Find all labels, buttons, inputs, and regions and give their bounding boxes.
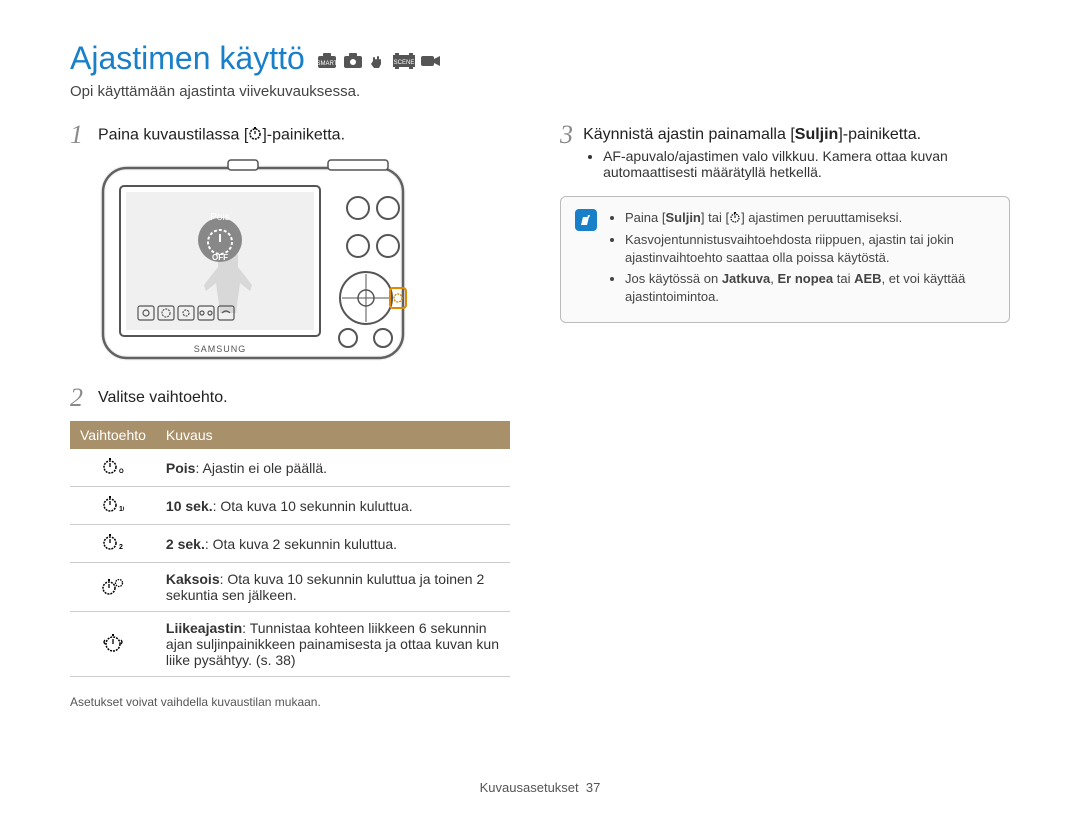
svg-text:10: 10	[119, 506, 124, 513]
opt-desc: Pois: Ajastin ei ole päällä.	[156, 449, 510, 487]
opt-icon-off: OFF	[70, 449, 156, 487]
note-text: ] ajastimen peruuttamiseksi.	[741, 210, 902, 225]
opt-desc: Liikeajastin: Tunnistaa kohteen liikkeen…	[156, 612, 510, 677]
note-text: Paina [	[625, 210, 665, 225]
opt-rest: : Ota kuva 10 sekunnin kuluttua.	[213, 498, 413, 514]
opt-bold: Kaksois	[166, 571, 220, 587]
title-row: Ajastimen käyttö SMART SCENE	[70, 40, 1010, 77]
step-1: 1 Paina kuvaustilassa [ ]-painiketta.	[70, 122, 520, 148]
step-3-text: Käynnistä ajastin painamalla [Suljin]-pa…	[583, 122, 1010, 180]
mode-icon-hand	[369, 53, 387, 74]
list-item: Jos käytössä on Jatkuva, Er nopea tai AE…	[625, 270, 995, 305]
svg-text:2: 2	[119, 544, 123, 551]
note-list: Paina [Suljin] tai [ ] ajastimen peruutta…	[607, 209, 995, 310]
opt-desc: 10 sek.: Ota kuva 10 sekunnin kuluttua.	[156, 487, 510, 525]
opt-bold: 2 sek.	[166, 536, 205, 552]
title-mode-icons: SMART SCENE	[317, 53, 441, 74]
screen-off-label: OFF	[212, 253, 228, 262]
camera-brand: SAMSUNG	[194, 344, 247, 354]
note-box: Paina [Suljin] tai [ ] ajastimen peruutta…	[560, 196, 1010, 323]
step-number: 1	[70, 122, 88, 148]
note-bold: Jatkuva	[722, 271, 770, 286]
page-subtitle: Opi käyttämään ajastinta viivekuvauksess…	[70, 83, 1010, 100]
table-row: OFF Pois: Ajastin ei ole päällä.	[70, 449, 510, 487]
svg-text:OFF: OFF	[119, 469, 124, 475]
th-option: Vaihtoehto	[70, 421, 156, 449]
note-text: Jos käytössä on	[625, 271, 722, 286]
opt-icon-10s: 10	[70, 487, 156, 525]
table-row: 10 10 sek.: Ota kuva 10 sekunnin kuluttu…	[70, 487, 510, 525]
step-number: 3	[560, 122, 573, 148]
options-table: Vaihtoehto Kuvaus OFF Pois: Ajastin ei o…	[70, 421, 510, 677]
footer-section: Kuvausasetukset	[480, 780, 579, 795]
step-3-prefix: Käynnistä ajastin painamalla [	[583, 126, 795, 143]
mode-icon-auto	[343, 53, 363, 74]
opt-rest: : Ajastin ei ole päällä.	[195, 460, 327, 476]
step-number: 2	[70, 385, 88, 411]
mode-icon-video	[421, 53, 441, 74]
step-3-suffix: ]-painiketta.	[838, 126, 921, 143]
content-columns: 1 Paina kuvaustilassa []-painiketta. Po	[70, 122, 1010, 709]
mode-icon-scene: SCENE	[393, 53, 415, 74]
note-bold: Er nopea	[777, 271, 833, 286]
camera-illustration: Pois OFF SAMSUNG	[98, 158, 520, 371]
opt-desc: Kaksois: Ota kuva 10 sekunnin kuluttua j…	[156, 563, 510, 612]
right-column: 3 Käynnistä ajastin painamalla [Suljin]-…	[560, 122, 1010, 709]
svg-text:SCENE: SCENE	[393, 60, 414, 66]
opt-icon-motion	[70, 612, 156, 677]
note-bold: Suljin	[665, 210, 700, 225]
page-footer: Kuvausasetukset 37	[0, 780, 1080, 795]
timer-icon	[729, 210, 741, 228]
step-3-bullets: AF-apuvalo/ajastimen valo vilkkuu. Kamer…	[583, 148, 1010, 180]
page-title: Ajastimen käyttö	[70, 40, 305, 77]
step-2-text: Valitse vaihtoehto.	[98, 385, 228, 407]
left-column: 1 Paina kuvaustilassa []-painiketta. Po	[70, 122, 520, 709]
step-3-bold: Suljin	[795, 126, 839, 143]
svg-text:SMART: SMART	[317, 61, 337, 67]
note-icon	[575, 209, 597, 231]
note-text: tai	[833, 271, 854, 286]
step-2: 2 Valitse vaihtoehto.	[70, 385, 520, 411]
screen-pois-label: Pois	[210, 212, 229, 223]
opt-bold: Pois	[166, 460, 196, 476]
table-row: Kaksois: Ota kuva 10 sekunnin kuluttua j…	[70, 563, 510, 612]
step-3: 3 Käynnistä ajastin painamalla [Suljin]-…	[560, 122, 1010, 180]
step-1-suffix: ]-painiketta.	[262, 127, 345, 144]
footer-page-num: 37	[586, 780, 600, 795]
note-bold: AEB	[854, 271, 881, 286]
step-1-prefix: Paina kuvaustilassa [	[98, 127, 248, 144]
opt-bold: Liikeajastin	[166, 620, 242, 636]
timer-icon	[248, 126, 262, 145]
note-text: ] tai [	[701, 210, 729, 225]
th-desc: Kuvaus	[156, 421, 510, 449]
list-item: Paina [Suljin] tai [ ] ajastimen peruutta…	[625, 209, 995, 227]
opt-rest: : Ota kuva 2 sekunnin kuluttua.	[205, 536, 397, 552]
mode-icon-smart: SMART	[317, 53, 337, 74]
opt-icon-double	[70, 563, 156, 612]
step-1-text: Paina kuvaustilassa [ ]-painiketta.	[98, 122, 345, 145]
list-item: AF-apuvalo/ajastimen valo vilkkuu. Kamer…	[603, 148, 1010, 180]
opt-bold: 10 sek.	[166, 498, 213, 514]
table-header: Vaihtoehto Kuvaus	[70, 421, 510, 449]
left-footnote: Asetukset voivat vaihdella kuvaustilan m…	[70, 695, 520, 709]
opt-desc: 2 sek.: Ota kuva 2 sekunnin kuluttua.	[156, 525, 510, 563]
list-item: Kasvojentunnistusvaihtoehdosta riippuen,…	[625, 231, 995, 266]
table-row: Liikeajastin: Tunnistaa kohteen liikkeen…	[70, 612, 510, 677]
opt-icon-2s: 2	[70, 525, 156, 563]
table-row: 2 2 sek.: Ota kuva 2 sekunnin kuluttua.	[70, 525, 510, 563]
